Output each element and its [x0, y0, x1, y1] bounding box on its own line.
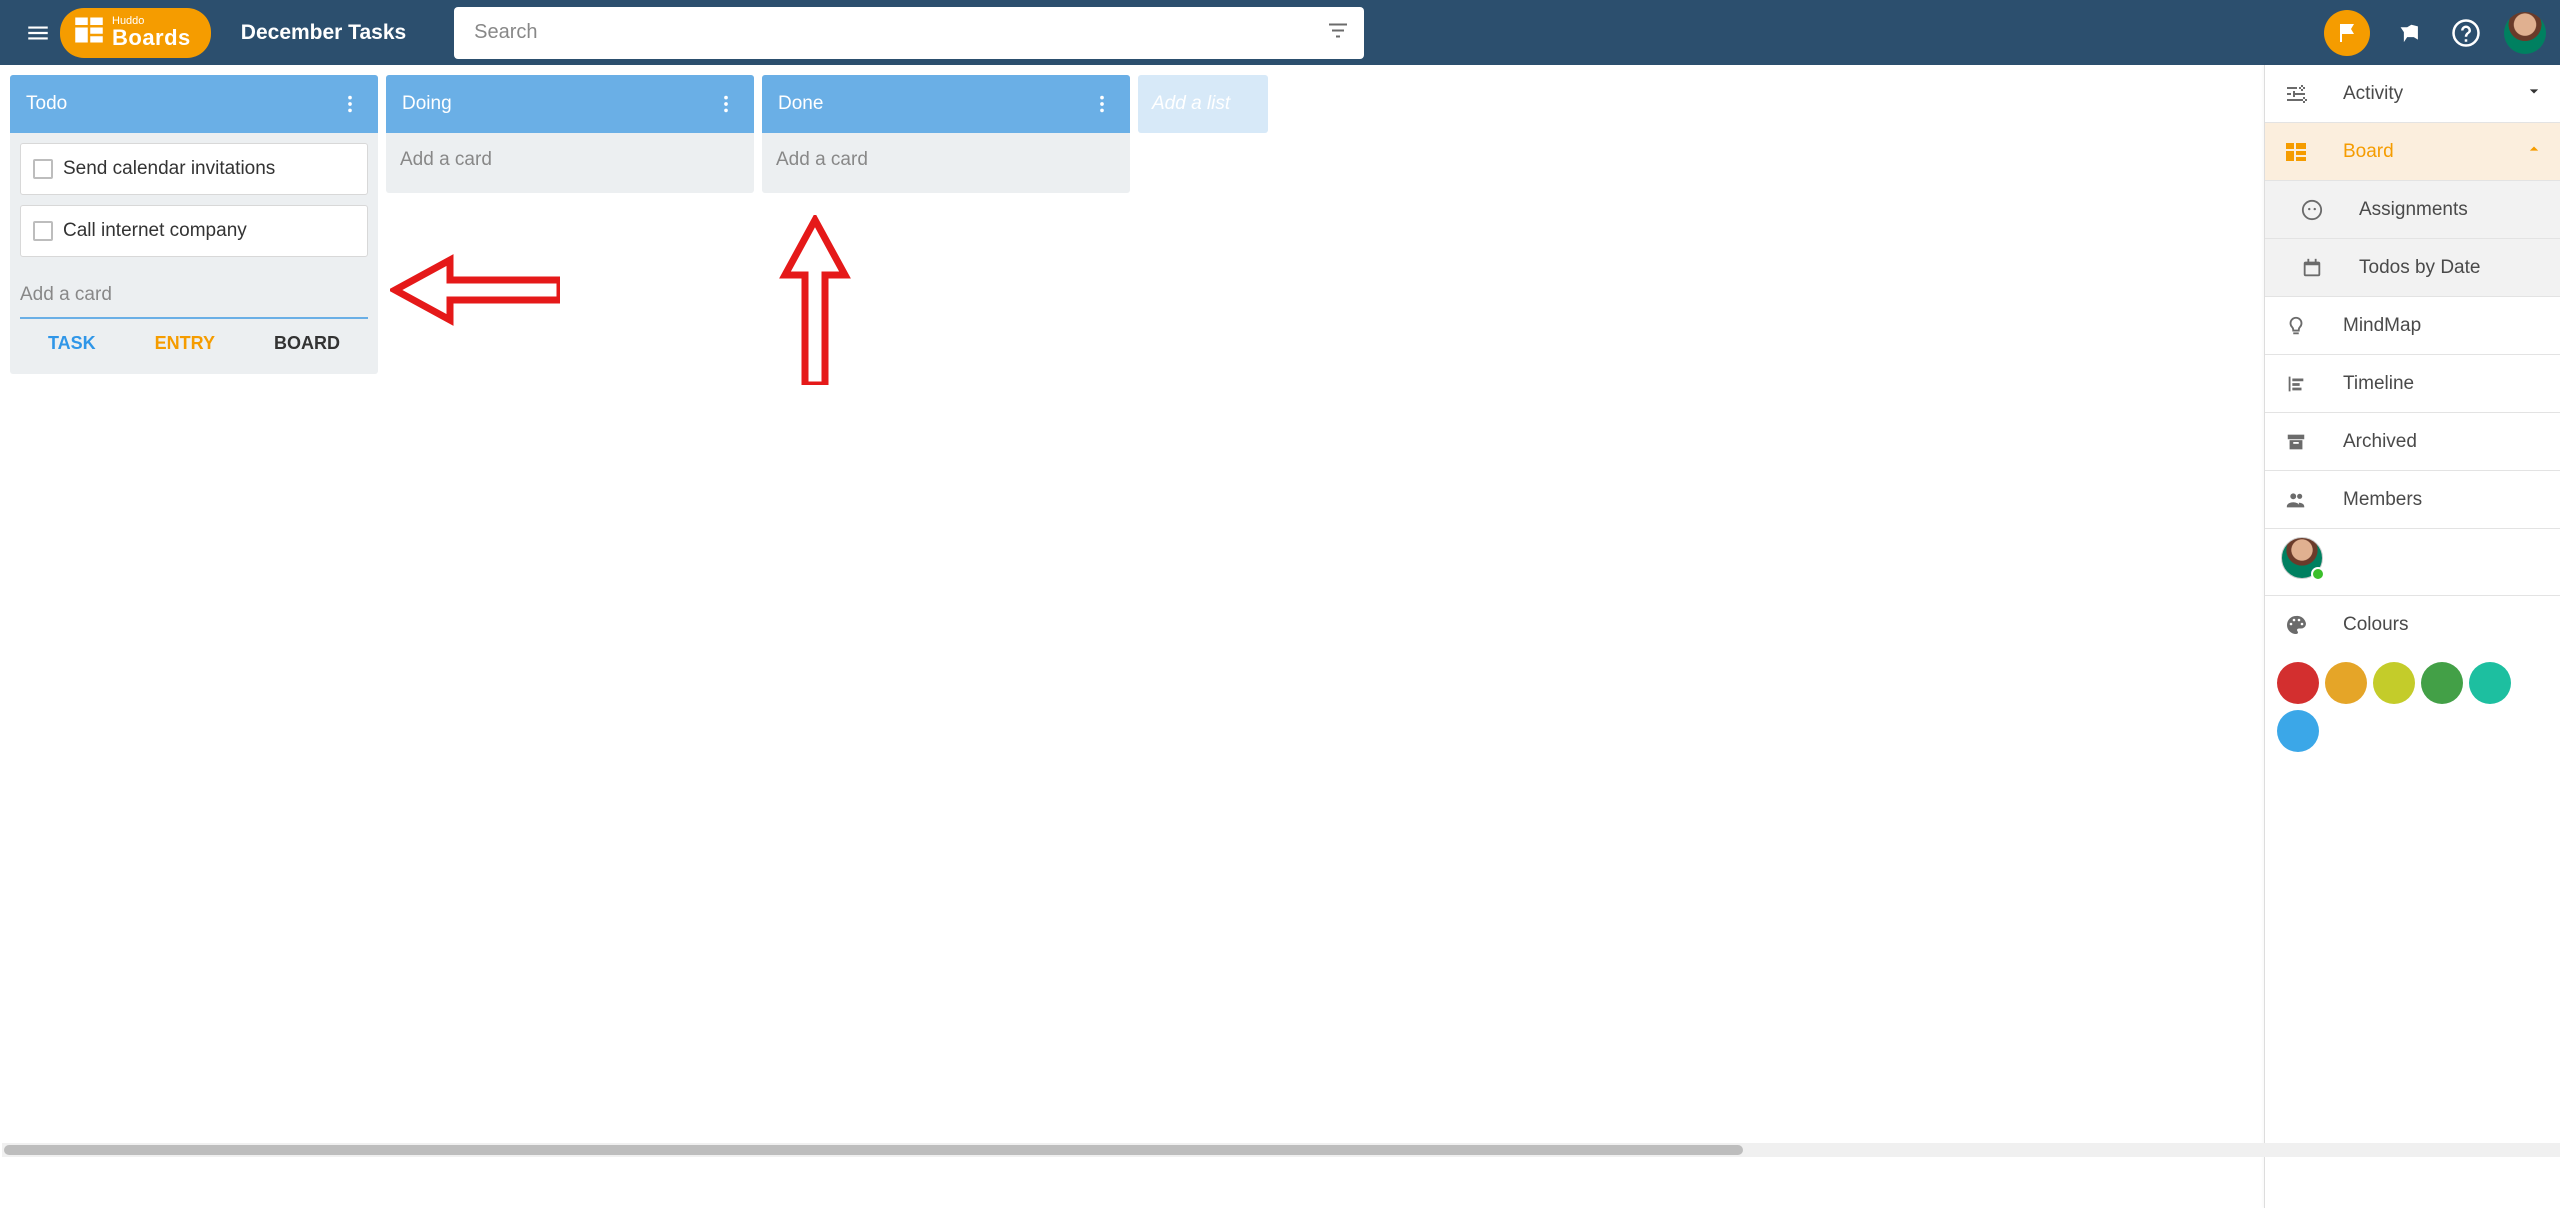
colour-swatch[interactable]: [2421, 662, 2463, 704]
card-text: Call internet company: [63, 220, 247, 242]
panel-label: Archived: [2343, 431, 2560, 453]
member-avatar[interactable]: [2281, 537, 2323, 579]
board-icon: [2283, 140, 2309, 164]
list-done: Done Add a card: [762, 75, 1130, 193]
palette-icon: [2283, 613, 2309, 637]
flag-icon: [2335, 21, 2359, 45]
annotation-arrow-left: [390, 245, 560, 335]
help-button[interactable]: [2446, 13, 2486, 53]
panel-label: Todos by Date: [2359, 257, 2560, 279]
card[interactable]: Call internet company: [20, 205, 368, 257]
panel-label: Assignments: [2359, 199, 2560, 221]
side-panel: Activity Board Assignments: [2264, 65, 2560, 1208]
colour-swatch[interactable]: [2325, 662, 2367, 704]
pin-button[interactable]: [2388, 13, 2428, 53]
card-text: Send calendar invitations: [63, 158, 275, 180]
panel-label: Members: [2343, 489, 2560, 511]
panel-item-board[interactable]: Board: [2265, 123, 2560, 181]
list-todo: Todo Send calendar invitations Call inte…: [10, 75, 378, 374]
main-menu-button[interactable]: [18, 13, 58, 53]
presence-indicator: [2311, 567, 2325, 581]
list-header[interactable]: Doing: [386, 75, 754, 133]
colour-swatch[interactable]: [2469, 662, 2511, 704]
members-row: [2265, 529, 2560, 596]
avatar-image: [2504, 12, 2546, 54]
panel-item-archived[interactable]: Archived: [2265, 413, 2560, 471]
app-header: Huddo Boards December Tasks: [0, 0, 2560, 65]
header-actions: [2324, 10, 2550, 56]
panel-item-timeline[interactable]: Timeline: [2265, 355, 2560, 413]
scrollbar-thumb[interactable]: [4, 1145, 1743, 1155]
filter-icon[interactable]: [1326, 18, 1350, 47]
panel-label: MindMap: [2343, 315, 2560, 337]
list-header[interactable]: Done: [762, 75, 1130, 133]
list-body: Send calendar invitations Call internet …: [10, 133, 378, 374]
panel-item-mindmap[interactable]: MindMap: [2265, 297, 2560, 355]
logo[interactable]: Huddo Boards: [60, 8, 211, 58]
tab-task[interactable]: TASK: [48, 333, 96, 354]
add-card-type-tabs: TASK ENTRY BOARD: [20, 319, 368, 366]
hamburger-icon: [25, 20, 51, 46]
tune-icon: [2283, 82, 2309, 106]
list-menu-button[interactable]: [332, 86, 368, 122]
help-icon: [2451, 18, 2481, 48]
list-header[interactable]: Todo: [10, 75, 378, 133]
panel-item-colours[interactable]: Colours: [2265, 596, 2560, 654]
add-card-input[interactable]: [20, 279, 368, 319]
search-input[interactable]: [454, 7, 1364, 59]
chevron-down-icon: [2524, 81, 2544, 107]
tab-board[interactable]: BOARD: [274, 333, 340, 354]
vertical-dots-icon: [715, 93, 737, 115]
add-list-button[interactable]: Add a list: [1138, 75, 1268, 133]
members-icon: [2283, 489, 2309, 511]
panel-item-assignments[interactable]: Assignments: [2265, 181, 2560, 239]
add-card-wrap: [20, 267, 368, 319]
list-doing: Doing Add a card: [386, 75, 754, 193]
checkbox[interactable]: [33, 159, 53, 179]
logo-text-big: Boards: [112, 27, 191, 49]
face-icon: [2299, 199, 2325, 221]
annotation-arrow-up: [770, 215, 860, 385]
panel-label: Colours: [2343, 614, 2560, 636]
panel-item-members[interactable]: Members: [2265, 471, 2560, 529]
horizontal-scrollbar[interactable]: [2, 1143, 2560, 1157]
card[interactable]: Send calendar invitations: [20, 143, 368, 195]
panel-label: Board: [2343, 141, 2490, 163]
list-menu-button[interactable]: [708, 86, 744, 122]
checkbox[interactable]: [33, 221, 53, 241]
add-card-button[interactable]: Add a card: [386, 133, 754, 193]
panel-label: Activity: [2343, 83, 2490, 105]
calendar-icon: [2299, 257, 2325, 279]
board-title[interactable]: December Tasks: [241, 21, 406, 45]
panel-label: Timeline: [2343, 373, 2560, 395]
board-area: Todo Send calendar invitations Call inte…: [0, 65, 2560, 1137]
colour-swatch[interactable]: [2277, 710, 2319, 752]
user-avatar-button[interactable]: [2504, 12, 2546, 54]
colours-row: [2265, 654, 2560, 752]
list-title: Done: [778, 93, 1084, 115]
panel-item-todos-by-date[interactable]: Todos by Date: [2265, 239, 2560, 297]
tab-entry[interactable]: ENTRY: [155, 333, 215, 354]
vertical-dots-icon: [1091, 93, 1113, 115]
colour-swatch[interactable]: [2373, 662, 2415, 704]
vertical-dots-icon: [339, 93, 361, 115]
list-menu-button[interactable]: [1084, 86, 1120, 122]
timeline-icon: [2283, 373, 2309, 395]
add-card-button[interactable]: Add a card: [762, 133, 1130, 193]
panel-item-activity[interactable]: Activity: [2265, 65, 2560, 123]
milestones-button[interactable]: [2324, 10, 2370, 56]
list-title: Doing: [402, 93, 708, 115]
chevron-up-icon: [2524, 139, 2544, 165]
search-wrap: [454, 7, 1364, 59]
board-subsection: Assignments Todos by Date: [2265, 181, 2560, 297]
lightbulb-icon: [2283, 315, 2309, 337]
colour-swatch[interactable]: [2277, 662, 2319, 704]
logo-icon: [74, 15, 104, 50]
list-title: Todo: [26, 93, 332, 115]
pin-icon: [2394, 19, 2422, 47]
archive-icon: [2283, 431, 2309, 453]
